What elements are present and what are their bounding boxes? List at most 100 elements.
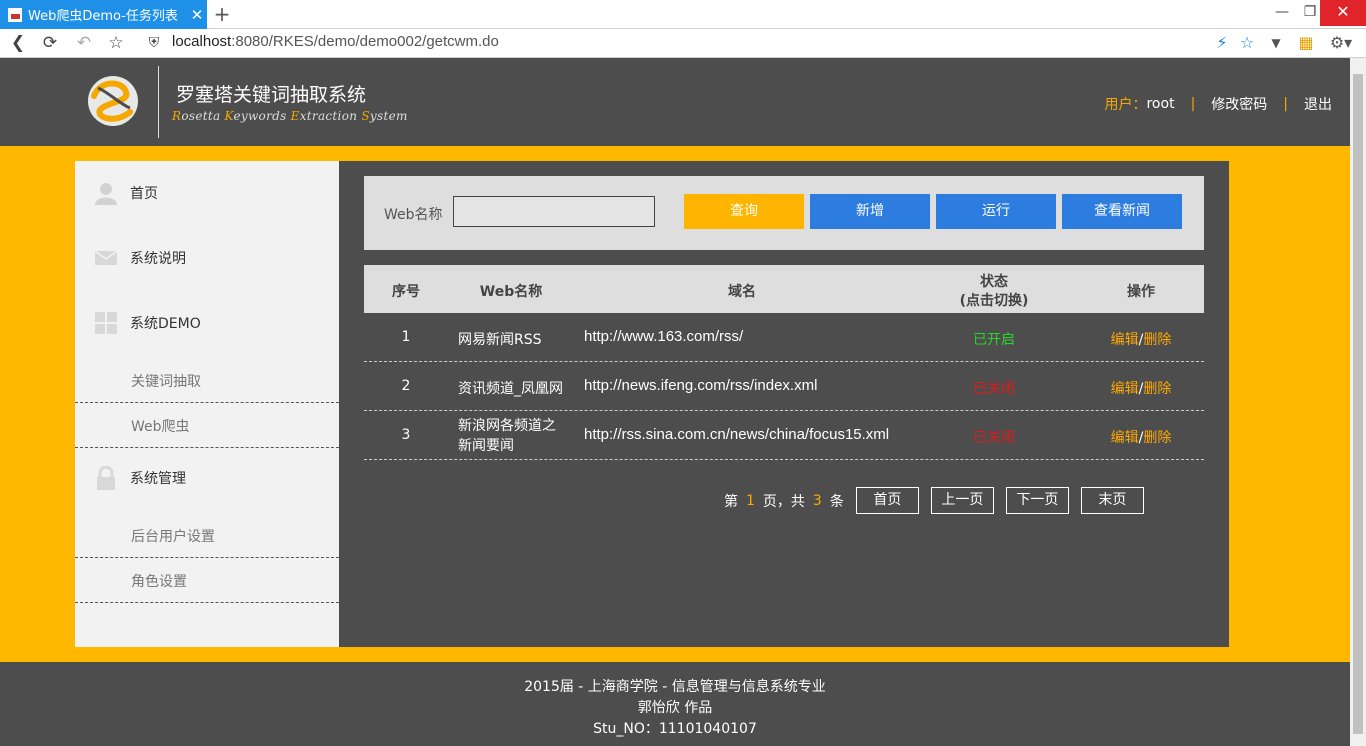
sidebar-item-about[interactable]: 系统说明	[75, 238, 339, 278]
header-status: 状态	[980, 274, 1008, 290]
table-row: 3 新浪网各频道之 新闻要闻 http://rss.sina.com.cn/new…	[364, 411, 1204, 460]
status-toggle[interactable]: 已关闭	[944, 427, 1044, 447]
url-field[interactable]: localhost:8080/RKES/demo/demo002/getcwm.…	[172, 33, 499, 50]
gear-icon[interactable]: ⚙▾	[1326, 32, 1356, 54]
status-toggle[interactable]: 已关闭	[944, 378, 1044, 398]
query-button[interactable]: 查询	[684, 194, 804, 229]
window-close-icon[interactable]: ✕	[1320, 0, 1366, 26]
header-domain: 域名	[728, 284, 756, 300]
system-subtitle: Rosetta Keywords Extraction System	[172, 109, 408, 123]
undo-icon[interactable]: ↶	[72, 32, 96, 54]
cell-idx: 2	[401, 378, 411, 394]
user-bar: 用户： root | 修改密码 | 退出	[1104, 94, 1332, 114]
lightning-icon[interactable]: ⚡	[1214, 32, 1230, 54]
browser-tabbar: Web爬虫Demo-任务列表 ✕ + — ❐ ✕	[0, 0, 1366, 29]
cell-domain: http://news.ifeng.com/rss/index.xml	[584, 377, 818, 394]
pager-total: 3	[812, 492, 822, 509]
site-footer: 2015届 - 上海商学院 - 信息管理与信息系统专业 郭怡欣 作品 Stu_N…	[0, 662, 1350, 746]
user-separator: |	[1190, 96, 1196, 112]
lock-icon	[97, 466, 115, 490]
add-button[interactable]: 新增	[810, 194, 930, 229]
table-row: 2 资讯频道_凤凰网 http://news.ifeng.com/rss/ind…	[364, 362, 1204, 411]
bookmark-star-icon[interactable]: ☆	[1236, 32, 1258, 54]
cell-ops: 编辑/删除	[1091, 329, 1191, 349]
shield-icon[interactable]: ⛨	[142, 32, 166, 54]
header-idx: 序号	[392, 284, 420, 300]
page-favicon-icon	[8, 7, 22, 22]
delete-link[interactable]: 删除	[1143, 332, 1171, 348]
footer-line3: Stu_NO：11101040107	[593, 721, 757, 737]
back-icon[interactable]: ❮	[6, 32, 30, 54]
view-news-button[interactable]: 查看新闻	[1062, 194, 1182, 229]
grid-icon	[95, 312, 117, 334]
table-row: 1 网易新闻RSS http://www.163.com/rss/ 已开启 编辑…	[364, 313, 1204, 362]
browser-addressbar: ❮ ⟳ ↶ ☆ ⛨ localhost:8080/RKES/demo/demo0…	[0, 29, 1366, 58]
refresh-icon[interactable]: ⟳	[38, 32, 62, 54]
apps-icon[interactable]: ▦	[1296, 32, 1316, 54]
pager-mid: 页，共	[762, 493, 805, 510]
header-name: Web名称	[479, 284, 543, 300]
sidebar-item-admin[interactable]: 系统管理	[75, 458, 339, 498]
site-header: 罗塞塔关键词抽取系统 Rosetta Keywords Extraction S…	[0, 58, 1350, 146]
user-label: 用户：	[1104, 97, 1147, 113]
user-name: root	[1146, 96, 1175, 112]
logout-link[interactable]: 退出	[1304, 94, 1332, 114]
next-page-button[interactable]: 下一页	[1005, 487, 1069, 514]
cell-domain: http://www.163.com/rss/	[584, 328, 744, 345]
footer-line2: 郭怡欣 作品	[637, 700, 713, 716]
pager-prefix: 第	[724, 493, 738, 510]
sidebar-item-keyword[interactable]: 关键词抽取	[75, 359, 339, 403]
sidebar-item-label: 系统说明	[130, 251, 186, 267]
search-panel: Web名称 查询 新增 运行 查看新闻	[364, 176, 1204, 250]
search-label: Web名称	[384, 207, 443, 223]
web-name-input[interactable]	[453, 196, 655, 227]
prev-page-button[interactable]: 上一页	[930, 487, 994, 514]
cell-idx: 1	[401, 329, 411, 345]
edit-link[interactable]: 编辑	[1111, 430, 1139, 446]
status-toggle[interactable]: 已开启	[944, 329, 1044, 349]
chevron-down-icon[interactable]: ▼	[1266, 32, 1286, 54]
first-page-button[interactable]: 首页	[855, 487, 919, 514]
last-page-button[interactable]: 末页	[1080, 487, 1144, 514]
logo-icon	[88, 76, 138, 126]
user-separator: |	[1283, 96, 1288, 112]
page-scrollbar[interactable]	[1350, 58, 1366, 746]
sidebar-item-demo[interactable]: 系统DEMO	[75, 303, 339, 343]
main-panel: Web名称 查询 新增 运行 查看新闻 序号 Web名称 域名 状态 (点击切换…	[339, 161, 1229, 647]
cell-ops: 编辑/删除	[1091, 378, 1191, 398]
pager-suffix: 条	[829, 493, 844, 510]
sidebar-item-label: 系统DEMO	[130, 316, 201, 332]
tab-title: Web爬虫Demo-任务列表	[28, 9, 178, 24]
run-button[interactable]: 运行	[936, 194, 1056, 229]
new-tab-button[interactable]: +	[212, 4, 232, 24]
favorite-star-icon[interactable]: ☆	[104, 32, 128, 54]
cell-name: 资讯频道_凤凰网	[458, 381, 563, 397]
footer-line1: 2015届 - 上海商学院 - 信息管理与信息系统专业	[524, 679, 826, 695]
sidebar-item-users[interactable]: 后台用户设置	[75, 514, 339, 558]
edit-link[interactable]: 编辑	[1111, 381, 1139, 397]
sidebar: 首页 系统说明 系统DEMO 关键词抽取 Web爬虫 系统管理 后台用户设置 角…	[75, 161, 339, 647]
delete-link[interactable]: 删除	[1143, 430, 1171, 446]
scrollbar-thumb[interactable]	[1353, 74, 1363, 734]
pager-current: 1	[746, 492, 755, 509]
delete-link[interactable]: 删除	[1143, 381, 1171, 397]
pagination: 第 1 页，共 3 条 首页 上一页 下一页 末页	[724, 487, 1144, 514]
logo-divider	[158, 66, 159, 138]
cell-ops: 编辑/删除	[1091, 427, 1191, 447]
cell-name: 网易新闻RSS	[458, 332, 542, 348]
mail-icon	[94, 250, 118, 265]
sidebar-item-label: 系统管理	[130, 471, 186, 487]
cell-idx: 3	[401, 427, 411, 443]
sidebar-item-crawler[interactable]: Web爬虫	[75, 404, 339, 448]
user-icon	[95, 183, 117, 205]
change-password-link[interactable]: 修改密码	[1211, 94, 1267, 114]
header-ops: 操作	[1127, 284, 1155, 300]
cell-domain: http://rss.sina.com.cn/news/china/focus1…	[584, 426, 890, 443]
cell-name: 新浪网各频道之 新闻要闻	[458, 418, 556, 454]
tab-close-icon[interactable]: ✕	[187, 6, 207, 24]
sidebar-item-roles[interactable]: 角色设置	[75, 559, 339, 603]
browser-tab-active[interactable]: Web爬虫Demo-任务列表 ✕	[0, 0, 207, 29]
edit-link[interactable]: 编辑	[1111, 332, 1139, 348]
table-header: 序号 Web名称 域名 状态 (点击切换) 操作	[364, 265, 1204, 313]
sidebar-item-home[interactable]: 首页	[75, 173, 339, 213]
